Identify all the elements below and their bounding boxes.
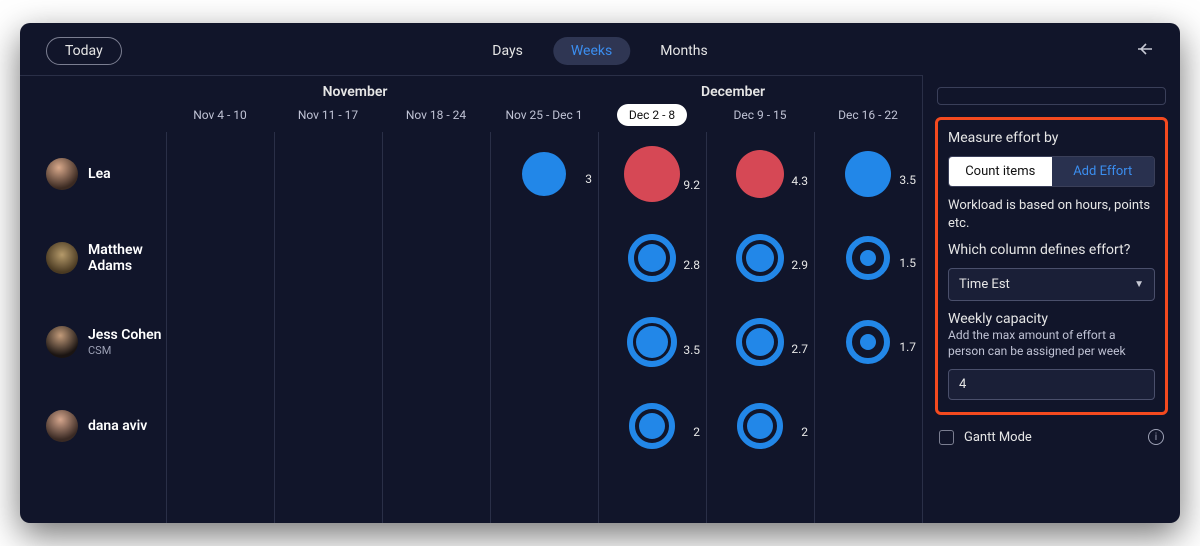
workload-cell[interactable]: 2 [706, 403, 814, 449]
week-col[interactable]: Dec 16 - 22 [814, 102, 922, 132]
workload-value: 2.9 [791, 258, 808, 272]
workload-ring [627, 317, 677, 367]
gantt-mode-row: Gantt Mode i [935, 425, 1168, 445]
person-name: Lea [88, 166, 111, 182]
weekly-capacity-label: Weekly capacity [948, 311, 1155, 327]
workload-value: 3 [585, 172, 592, 186]
workload-value: 3.5 [683, 343, 700, 357]
workload-value: 2 [693, 425, 700, 439]
view-days[interactable]: Days [474, 37, 541, 65]
today-button[interactable]: Today [46, 37, 122, 65]
topbar: Today Days Weeks Months [20, 23, 1180, 75]
chevron-down-icon: ▼ [1134, 279, 1144, 290]
person-name: dana aviv [88, 418, 147, 434]
weekly-capacity-desc: Add the max amount of effort a person ca… [948, 327, 1155, 359]
week-col[interactable]: Nov 4 - 10 [166, 102, 274, 132]
week-header-row: Nov 4 - 10 Nov 11 - 17 Nov 18 - 24 Nov 2… [20, 102, 922, 132]
person-row: Lea 3 9.2 4.3 3.5 [20, 132, 922, 216]
workload-bubble [624, 146, 680, 202]
month-label: November [166, 76, 544, 102]
person-cell[interactable]: Lea [20, 158, 166, 190]
workload-cell[interactable]: 3.5 [814, 151, 922, 197]
count-items-option[interactable]: Count items [949, 157, 1052, 186]
workload-ring [629, 403, 675, 449]
settings-panel: Measure effort by Count items Add Effort… [922, 75, 1180, 523]
view-months[interactable]: Months [642, 37, 725, 65]
workload-cell[interactable]: 3.5 [598, 317, 706, 367]
effort-settings: Measure effort by Count items Add Effort… [935, 117, 1168, 415]
workload-window: Today Days Weeks Months November Decembe… [20, 23, 1180, 523]
view-switch: Days Weeks Months [474, 37, 725, 65]
workload-value: 2.7 [791, 342, 808, 356]
view-weeks[interactable]: Weeks [553, 37, 630, 65]
workload-value: 9.2 [683, 178, 700, 192]
gantt-mode-checkbox[interactable] [939, 430, 954, 445]
weekly-capacity-input[interactable]: 4 [948, 369, 1155, 400]
workload-cell[interactable]: 1.7 [814, 320, 922, 364]
month-header-row: November December [20, 75, 922, 102]
panel-prev-section [937, 87, 1166, 105]
week-col[interactable]: Dec 9 - 15 [706, 102, 814, 132]
person-row: Matthew Adams 2.8 2.9 1.5 [20, 216, 922, 300]
person-name: Jess Cohen [88, 327, 161, 343]
gantt-mode-label: Gantt Mode [964, 430, 1032, 445]
info-icon[interactable]: i [1148, 429, 1164, 445]
person-subtitle: CSM [88, 344, 161, 357]
person-cell[interactable]: dana aviv [20, 410, 166, 442]
workload-ring [628, 234, 676, 282]
collapse-panel-icon[interactable] [1134, 41, 1154, 61]
workload-value: 2.8 [683, 258, 700, 272]
workload-ring [737, 403, 783, 449]
workload-value: 4.3 [791, 174, 808, 188]
workload-bubble [522, 152, 566, 196]
workload-cell[interactable]: 3 [490, 152, 598, 196]
workload-value: 1.7 [899, 340, 916, 354]
avatar [46, 242, 78, 274]
workload-bubble [845, 151, 891, 197]
person-row: dana aviv 2 2 [20, 384, 922, 468]
avatar [46, 158, 78, 190]
effort-column-value: Time Est [959, 277, 1010, 292]
workload-value: 3.5 [899, 173, 916, 187]
workload-cell[interactable]: 1.5 [814, 236, 922, 280]
person-row: Jess CohenCSM 3.5 2.7 1.7 [20, 300, 922, 384]
timeline-grid: November December Nov 4 - 10 Nov 11 - 17… [20, 75, 922, 523]
workload-ring [846, 320, 890, 364]
body-rows: Lea 3 9.2 4.3 3.5 Matthew Adams 2.8 2.9 1.5 Jess … [20, 132, 922, 523]
workload-bubble [736, 150, 784, 198]
workload-cell[interactable]: 2.9 [706, 234, 814, 282]
person-cell[interactable]: Jess CohenCSM [20, 326, 166, 358]
workload-cell[interactable]: 2.7 [706, 318, 814, 366]
grid-area: November December Nov 4 - 10 Nov 11 - 17… [20, 75, 1180, 523]
week-col-selected[interactable]: Dec 2 - 8 [598, 102, 706, 132]
workload-ring [736, 318, 784, 366]
week-col[interactable]: Nov 18 - 24 [382, 102, 490, 132]
week-col[interactable]: Nov 11 - 17 [274, 102, 382, 132]
workload-cell[interactable]: 2.8 [598, 234, 706, 282]
person-cell[interactable]: Matthew Adams [20, 242, 166, 274]
effort-column-label: Which column defines effort? [948, 242, 1155, 258]
add-effort-option[interactable]: Add Effort [1052, 157, 1155, 186]
effort-description: Workload is based on hours, points etc. [948, 197, 1155, 232]
person-name: Matthew Adams [88, 242, 166, 274]
avatar [46, 326, 78, 358]
workload-value: 2 [801, 425, 808, 439]
workload-cell[interactable]: 4.3 [706, 150, 814, 198]
month-label: December [544, 76, 922, 102]
workload-ring [736, 234, 784, 282]
effort-column-select[interactable]: Time Est ▼ [948, 268, 1155, 301]
workload-value: 1.5 [899, 256, 916, 270]
week-col[interactable]: Nov 25 - Dec 1 [490, 102, 598, 132]
workload-cell[interactable]: 9.2 [598, 146, 706, 202]
avatar [46, 410, 78, 442]
measure-segmented: Count items Add Effort [948, 156, 1155, 187]
measure-effort-label: Measure effort by [948, 130, 1155, 146]
workload-cell[interactable]: 2 [598, 403, 706, 449]
workload-ring [846, 236, 890, 280]
